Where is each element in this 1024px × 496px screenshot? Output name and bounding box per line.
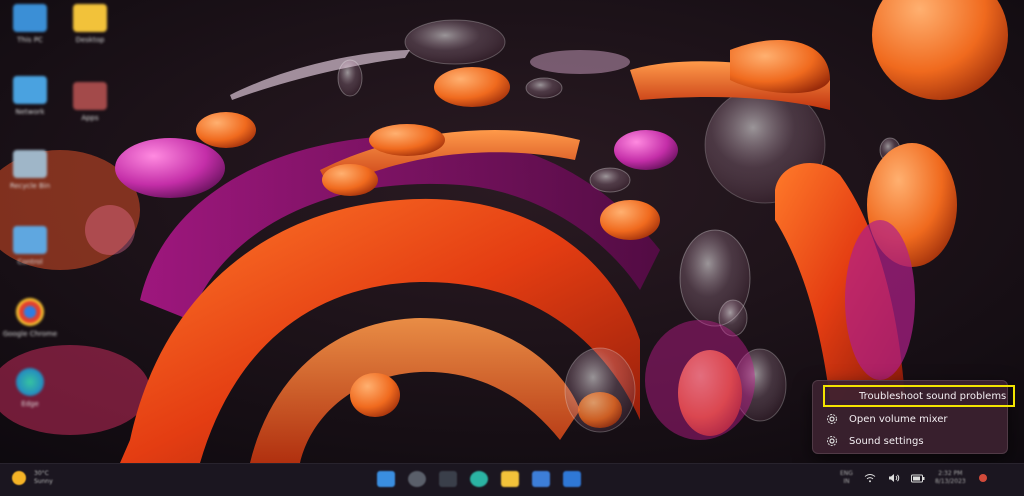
menu-item-label: Troubleshoot sound problems [859,390,1007,402]
wifi-icon[interactable] [863,471,877,485]
clock[interactable]: 2:32 PM 8/13/2023 [935,470,966,486]
taskbar: 30°C Sunny ENG IN 2:32 PM 8/13/2023 [0,463,1024,496]
blank-icon [835,389,849,403]
menu-item-troubleshoot-sound[interactable]: Troubleshoot sound problems [823,385,1015,407]
start-icon[interactable] [377,471,395,487]
system-tray: ENG IN 2:32 PM 8/13/2023 [840,470,990,486]
weather-widget[interactable]: 30°C Sunny [12,470,53,486]
desktop-icon-recycle-bin[interactable]: Recycle Bin [2,150,58,206]
menu-item-label: Open volume mixer [849,413,948,425]
edge-icon [16,368,44,396]
edge-icon[interactable] [470,471,488,487]
weather-condition: Sunny [34,478,53,485]
desktop-icon-edge[interactable]: Edge [2,368,58,424]
sound-context-menu: Troubleshoot sound problems Open volume … [812,380,1015,454]
monitor-icon [13,4,47,32]
desktop-icon-desktop[interactable]: Desktop [62,4,118,60]
sun-icon [12,471,26,485]
volume-icon[interactable] [887,471,901,485]
recycle-bin-icon [13,150,47,178]
chrome-icon [16,298,44,326]
menu-item-open-volume-mixer[interactable]: Open volume mixer [819,409,1003,429]
task-view-icon[interactable] [439,471,457,487]
weather-temp: 30°C [34,470,49,477]
desktop-icon-apps[interactable]: Apps [62,82,118,138]
search-icon[interactable] [408,471,426,487]
file-explorer-icon[interactable] [501,471,519,487]
battery-icon[interactable] [910,471,925,485]
desktop-icon-control[interactable]: Control [2,226,58,282]
desktop-icon-this-pc[interactable]: This PC [2,4,58,60]
folder-icon [73,4,107,32]
desktop-icon-chrome[interactable]: Google Chrome [2,298,58,354]
app-icon [73,82,107,110]
control-panel-icon [13,226,47,254]
store-icon[interactable] [532,471,550,487]
taskbar-apps [377,471,581,487]
language-indicator[interactable]: ENG IN [840,470,853,486]
desktop-icon-network[interactable]: Network [2,76,58,132]
gear-icon [825,434,839,448]
menu-item-label: Sound settings [849,435,924,447]
notification-icon[interactable] [976,471,990,485]
network-icon [13,76,47,104]
mail-icon[interactable] [563,471,581,487]
gear-icon [825,412,839,426]
menu-item-sound-settings[interactable]: Sound settings [819,431,1003,451]
